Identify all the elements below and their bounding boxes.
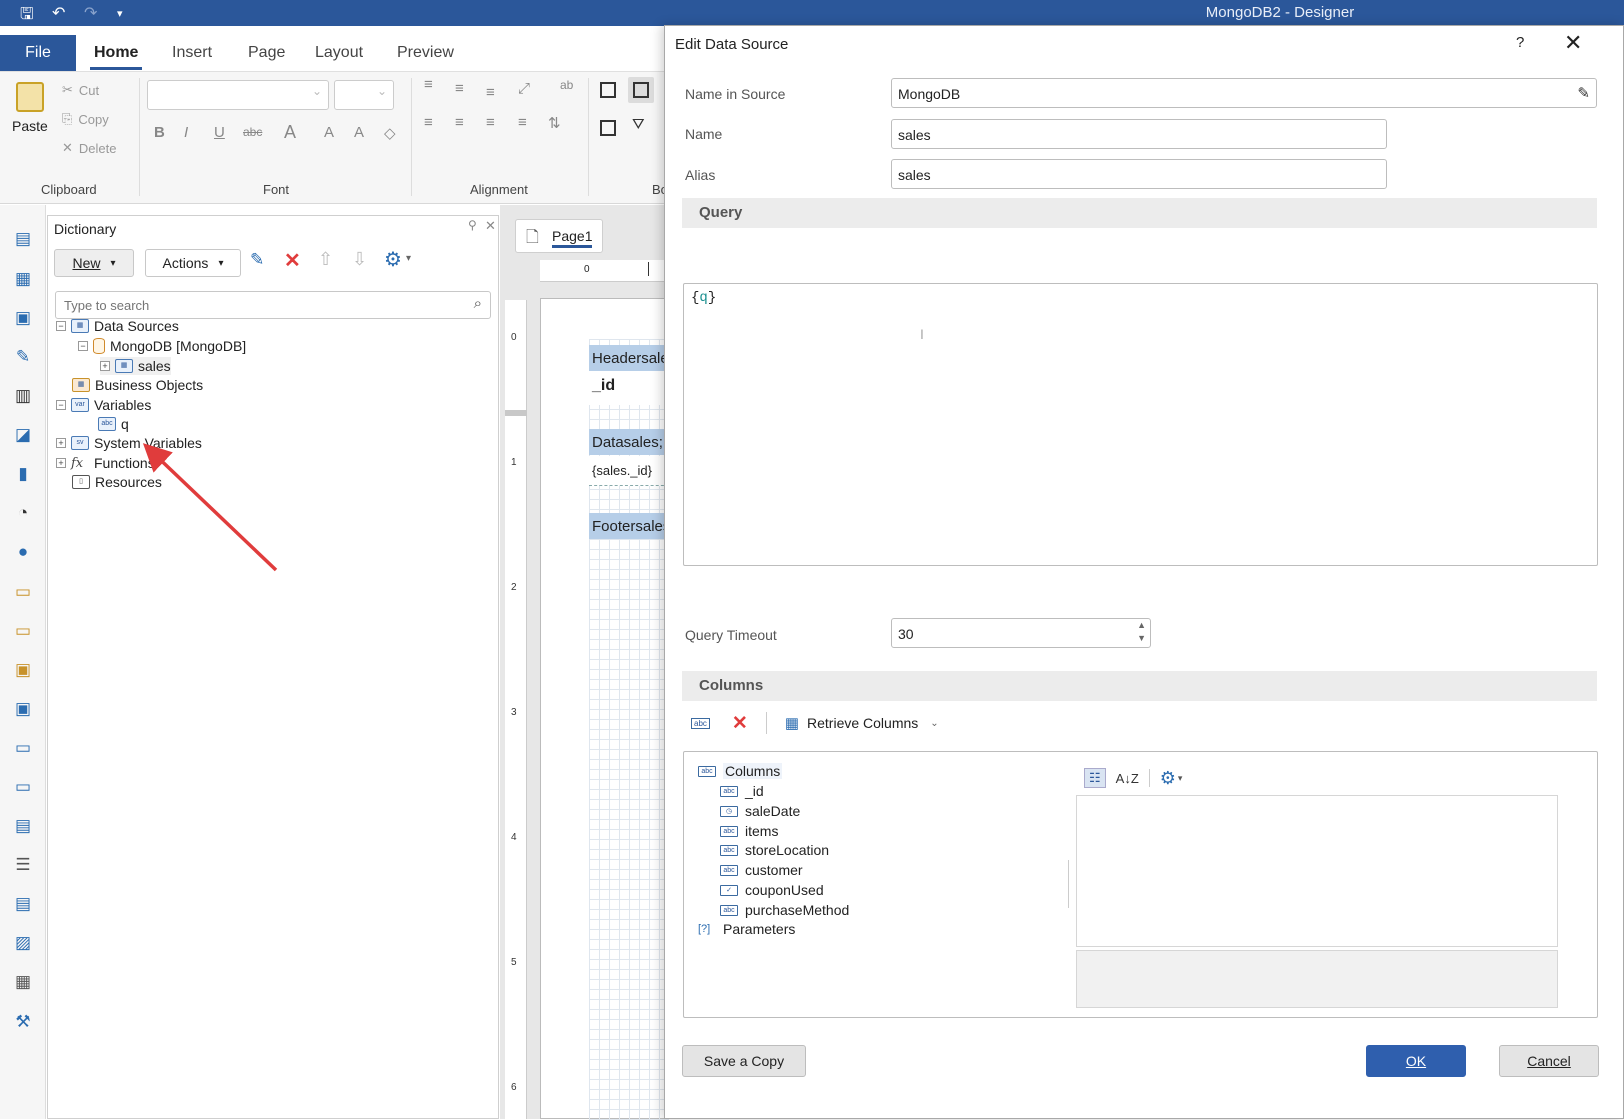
column-label: _id [745,783,764,799]
column-label: storeLocation [745,842,830,858]
name-in-source-value: MongoDB [898,86,961,102]
delete-column-icon[interactable]: ✕ [732,712,748,735]
property-settings-gear-icon[interactable]: ⚙ [1160,768,1176,789]
splitter[interactable] [1068,860,1069,908]
name-in-source-label: Name in Source [685,86,786,102]
dialog-title: Edit Data Source [675,36,789,53]
columns-root[interactable]: abc Columns [698,762,783,780]
chevron-down-icon: ⌄ [930,717,939,729]
columns-icon: abc [698,765,716,777]
column-item[interactable]: abc items [720,822,778,840]
retrieve-columns-button[interactable]: ▦ Retrieve Columns ⌄ [785,714,939,732]
parameters-icon: [?] [698,923,711,935]
chevron-down-icon[interactable]: ▾ [1178,773,1183,784]
datetime-column-icon: ◷ [720,805,738,817]
column-label: purchaseMethod [745,902,850,918]
query-timeout-label: Query Timeout [685,627,777,643]
spin-down-icon[interactable]: ▼ [1137,632,1146,645]
toolbar-separator [765,712,767,734]
query-timeout-value: 30 [898,626,914,642]
help-button[interactable]: ? [1516,34,1524,51]
column-item[interactable]: abc customer [720,861,803,879]
alias-label: Alias [685,167,716,183]
annotation-arrow [142,443,278,572]
query-text: {q} [691,290,716,306]
tree-label: Columns [723,763,783,779]
name-in-source-field[interactable]: MongoDB ✎ [891,78,1597,108]
column-label: items [745,823,779,839]
columns-section-header: Columns [682,671,1597,701]
string-column-icon: abc [720,825,738,837]
parameters-item[interactable]: [?] Parameters [698,920,795,938]
cancel-button[interactable]: Cancel [1499,1045,1599,1077]
ok-button[interactable]: OK [1366,1045,1466,1077]
tree-label: Parameters [723,921,796,937]
columns-panel: abc Columns abc _id ◷ saleDate abc items abc… [683,751,1598,1018]
retrieve-columns-label: Retrieve Columns [807,715,919,731]
close-icon[interactable]: ✕ [1564,30,1582,56]
column-label: saleDate [745,803,801,819]
query-variable: q [699,290,708,306]
new-column-icon[interactable]: abc [691,717,710,729]
text-cursor-icon: I [920,326,924,342]
query-brace-close: } [707,290,717,306]
query-timeout-field[interactable]: 30 ▲ ▼ [891,618,1151,648]
query-editor[interactable]: {q} I [683,283,1598,566]
spin-up-icon[interactable]: ▲ [1137,619,1146,632]
string-column-icon: abc [720,864,738,876]
alias-field[interactable]: sales [891,159,1387,189]
query-section-header: Query [682,198,1597,228]
name-value: sales [898,127,931,143]
string-column-icon: abc [720,844,738,856]
toolbar-separator [1148,769,1150,787]
property-grid[interactable] [1076,795,1558,947]
boolean-column-icon: ✓ [720,884,738,896]
retrieve-columns-icon: ▦ [784,715,800,732]
column-item[interactable]: abc storeLocation [720,841,829,859]
spin-buttons[interactable]: ▲ ▼ [1137,619,1146,645]
column-label: customer [745,862,803,878]
column-item[interactable]: abc _id [720,782,764,800]
string-column-icon: abc [720,785,738,797]
property-toolbar: ☷ A↓Z ⚙ ▾ [1084,764,1182,792]
name-label: Name [685,126,723,142]
edit-data-source-dialog: Edit Data Source ? ✕ Name in Source Mong… [664,25,1624,1119]
save-copy-button[interactable]: Save a Copy [682,1045,806,1077]
string-column-icon: abc [720,904,738,916]
name-field[interactable]: sales [891,119,1387,149]
alias-value: sales [898,167,931,183]
property-description [1076,950,1558,1008]
edit-pencil-icon[interactable]: ✎ [1577,84,1590,102]
sort-az-icon[interactable]: A↓Z [1116,771,1139,786]
columns-toolbar: abc ✕ ▦ Retrieve Columns ⌄ [691,710,939,736]
column-item[interactable]: abc purchaseMethod [720,901,849,919]
column-label: couponUsed [745,882,824,898]
column-item[interactable]: ✓ couponUsed [720,881,824,899]
column-item[interactable]: ◷ saleDate [720,802,800,820]
categorized-view-icon[interactable]: ☷ [1084,768,1106,788]
